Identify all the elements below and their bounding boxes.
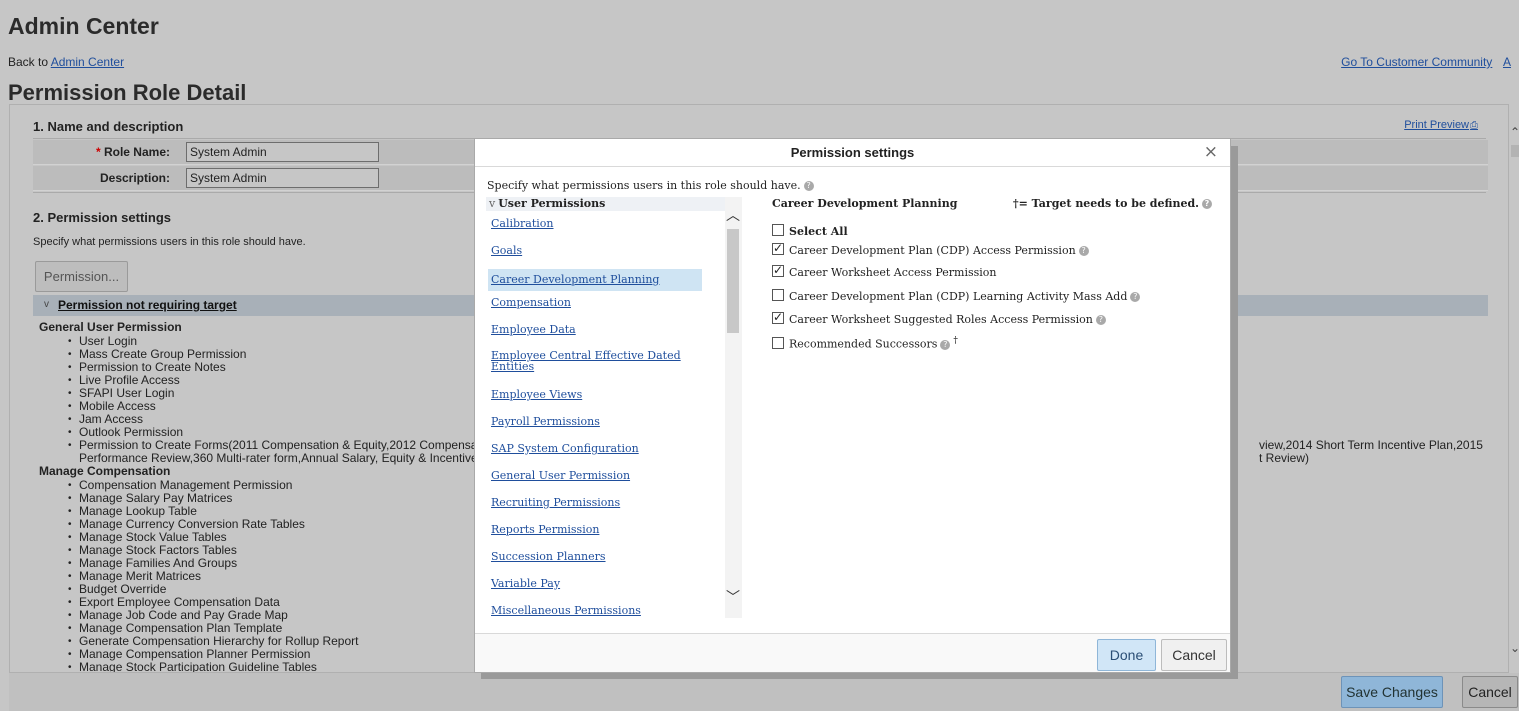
options-panel: Career Development Planning †= Target ne… xyxy=(772,197,1212,617)
scroll-thumb[interactable] xyxy=(727,229,739,333)
option-cdp-learning-mass-add[interactable]: Career Development Plan (CDP) Learning A… xyxy=(772,289,1141,303)
category-employee-data[interactable]: Employee Data xyxy=(488,323,702,346)
target-legend-text: †= Target needs to be defined. xyxy=(1012,197,1199,210)
category-miscellaneous-permissions[interactable]: Miscellaneous Permissions xyxy=(488,604,702,618)
permission-not-requiring-target-link[interactable]: Permission not requiring target xyxy=(58,298,237,312)
forms-line2-left: Performance Review,360 Multi-rater form,… xyxy=(79,451,503,465)
target-marker: † xyxy=(953,336,958,346)
option-label: Career Development Plan (CDP) Learning A… xyxy=(789,290,1128,303)
top-links: Go To Customer Community A xyxy=(1341,55,1519,69)
collapse-toggle-icon[interactable]: v xyxy=(44,299,49,310)
permission-settings-desc: Specify what permissions users in this r… xyxy=(33,236,306,248)
category-employee-views[interactable]: Employee Views xyxy=(488,388,702,411)
category-scrollbar[interactable]: ︿ ﹀ xyxy=(725,197,742,618)
checkbox-icon[interactable] xyxy=(772,336,784,349)
dialog-header: Permission settings × xyxy=(475,139,1230,167)
help-icon[interactable]: ? xyxy=(1202,199,1212,209)
category-panel: v User Permissions Calibration Goals Care… xyxy=(486,197,742,618)
select-all-label: Select All xyxy=(789,225,848,238)
category-goals[interactable]: Goals xyxy=(488,244,702,267)
category-payroll-permissions[interactable]: Payroll Permissions xyxy=(488,415,702,438)
permission-settings-heading: 2. Permission settings xyxy=(33,210,171,225)
print-icon: ⎙ xyxy=(1470,120,1478,131)
category-recruiting-permissions[interactable]: Recruiting Permissions xyxy=(488,496,702,519)
category-calibration[interactable]: Calibration xyxy=(488,217,702,240)
customer-community-link[interactable]: Go To Customer Community xyxy=(1341,55,1492,69)
help-icon[interactable]: ? xyxy=(803,181,814,191)
checkbox-checked-icon[interactable] xyxy=(772,310,784,324)
select-all-checkbox[interactable]: Select All xyxy=(772,224,848,238)
print-preview-label: Print Preview xyxy=(1404,119,1469,131)
print-preview-link[interactable]: Print Preview⎙ xyxy=(1404,119,1478,131)
option-recommended-successors[interactable]: Recommended Successors? † xyxy=(772,336,958,351)
name-description-heading: 1. Name and description xyxy=(33,119,184,134)
options-title: Career Development Planning xyxy=(772,197,958,210)
help-icon[interactable]: ? xyxy=(1130,292,1141,302)
role-name-input[interactable] xyxy=(186,142,379,162)
help-icon[interactable]: ? xyxy=(940,339,951,350)
category-employee-central-effective-dated-entities[interactable]: Employee Central Effective Dated Entitie… xyxy=(488,350,688,384)
required-marker: * xyxy=(95,145,101,159)
category-variable-pay[interactable]: Variable Pay xyxy=(488,577,702,600)
target-legend: †= Target needs to be defined.? xyxy=(1013,197,1212,210)
page-scrollbar[interactable]: ⌃ ⌄ xyxy=(1509,125,1519,655)
dialog-title: Permission settings xyxy=(790,145,915,160)
category-header-label: User Permissions xyxy=(498,197,606,210)
section-title: Permission Role Detail xyxy=(8,80,247,105)
close-icon[interactable]: × xyxy=(1204,142,1218,162)
option-label: Career Worksheet Access Permission xyxy=(789,266,997,279)
permission-button[interactable]: Permission... xyxy=(35,261,128,292)
help-icon[interactable]: ? xyxy=(1078,246,1089,256)
dialog-description-text: Specify what permissions users in this r… xyxy=(487,179,801,192)
forms-line2-right: t Review) xyxy=(1259,451,1310,465)
role-name-label: Role Name: xyxy=(103,145,170,159)
option-label: Career Worksheet Suggested Roles Access … xyxy=(789,313,1093,326)
dialog-cancel-button[interactable]: Cancel xyxy=(1161,639,1227,671)
option-career-worksheet-suggested-roles[interactable]: Career Worksheet Suggested Roles Access … xyxy=(772,310,1106,326)
expand-toggle-icon[interactable]: v xyxy=(489,197,495,210)
back-prefix: Back to xyxy=(8,55,49,69)
description-label: Description: xyxy=(99,171,170,185)
done-button[interactable]: Done xyxy=(1097,639,1156,671)
category-list: Calibration Goals Career Development Pla… xyxy=(486,213,726,618)
scroll-down-icon[interactable]: ⌄ xyxy=(1510,641,1519,655)
category-reports-permission[interactable]: Reports Permission xyxy=(488,523,702,546)
help-icon[interactable]: ? xyxy=(1095,315,1106,325)
truncated-link[interactable]: A xyxy=(1503,55,1511,69)
chevron-down-icon[interactable]: ﹀ xyxy=(726,587,740,607)
checkbox-icon[interactable] xyxy=(772,224,784,236)
save-changes-button[interactable]: Save Changes xyxy=(1341,676,1443,708)
category-compensation[interactable]: Compensation xyxy=(488,296,702,319)
option-label: Recommended Successors xyxy=(789,337,938,351)
checkbox-icon[interactable] xyxy=(772,289,784,301)
category-succession-planners[interactable]: Succession Planners xyxy=(488,550,702,573)
dialog-description: Specify what permissions users in this r… xyxy=(487,179,814,192)
category-career-development-planning[interactable]: Career Development Planning xyxy=(488,269,702,291)
category-general-user-permission[interactable]: General User Permission xyxy=(488,469,702,492)
description-input[interactable] xyxy=(186,168,379,188)
role-name-label-wrap: * Role Name: xyxy=(96,145,170,159)
chevron-up-icon[interactable]: ︿ xyxy=(726,205,740,225)
scroll-thumb[interactable] xyxy=(1511,145,1519,157)
page-title: Admin Center xyxy=(8,13,159,39)
dialog-footer: Done Cancel xyxy=(475,633,1230,672)
scroll-up-icon[interactable]: ⌃ xyxy=(1510,125,1519,139)
permission-settings-dialog: Permission settings × Specify what permi… xyxy=(474,138,1231,673)
checkbox-checked-icon[interactable] xyxy=(772,241,784,255)
cancel-button[interactable]: Cancel xyxy=(1462,676,1518,708)
checkbox-checked-icon[interactable] xyxy=(772,263,784,277)
breadcrumb: Back to Admin Center xyxy=(8,55,124,69)
option-label: Career Development Plan (CDP) Access Per… xyxy=(789,244,1076,257)
category-header[interactable]: v User Permissions xyxy=(486,197,726,211)
option-career-worksheet-access[interactable]: Career Worksheet Access Permission xyxy=(772,263,997,279)
option-cdp-access[interactable]: Career Development Plan (CDP) Access Per… xyxy=(772,241,1089,257)
admin-center-link[interactable]: Admin Center xyxy=(51,55,124,69)
category-sap-system-configuration[interactable]: SAP System Configuration xyxy=(488,442,702,465)
